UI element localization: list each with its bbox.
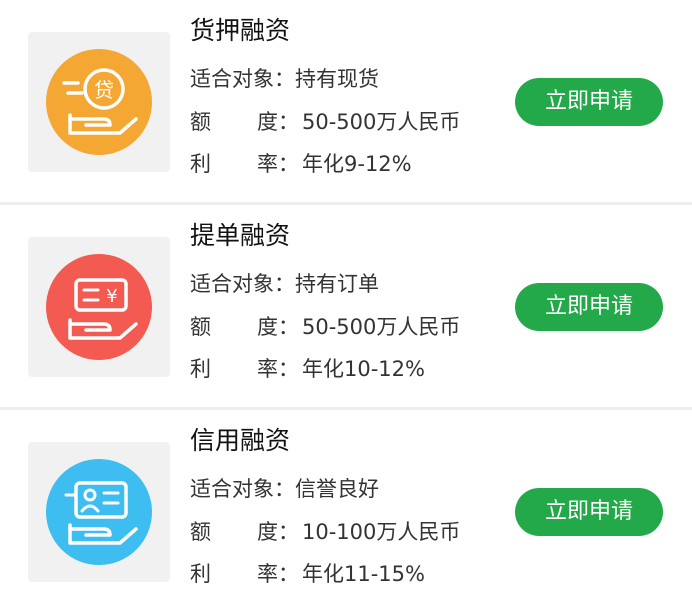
amount-value: 10-100万人民币 bbox=[302, 520, 461, 544]
rate-row: 利率：年化10-12% bbox=[190, 354, 425, 384]
target-row: 适合对象：信誉良好 bbox=[190, 474, 379, 504]
financing-product-list: 贷 货押融资 适合对象：持有现货 额度： 50-500万人民币 利率：年化9-12… bbox=[0, 0, 692, 615]
product-card-bill[interactable]: ¥ 提单融资 适合对象：持有订单 额度： 50-500万人民币 利率：年化10-1… bbox=[0, 205, 692, 410]
amount-label: 额度 bbox=[190, 520, 278, 544]
product-card-credit[interactable]: 信用融资 适合对象：信誉良好 额度： 10-100万人民币 利率：年化11-15%… bbox=[0, 410, 692, 615]
rate-value: 年化9-12% bbox=[302, 152, 412, 176]
target-row: 适合对象：持有现货 bbox=[190, 64, 379, 94]
rate-row: 利率：年化9-12% bbox=[190, 149, 412, 179]
amount-row: 额度： 50-500万人民币 bbox=[190, 312, 460, 342]
apply-button[interactable]: 立即申请 bbox=[515, 283, 663, 331]
amount-value: 50-500万人民币 bbox=[302, 315, 461, 339]
rate-row: 利率：年化11-15% bbox=[190, 559, 425, 589]
rate-label: 利率 bbox=[190, 562, 278, 586]
product-title: 提单融资 bbox=[190, 221, 291, 250]
amount-row: 额度： 10-100万人民币 bbox=[190, 517, 460, 547]
target-label: 适合对象： bbox=[190, 477, 295, 501]
amount-label: 额度 bbox=[190, 315, 278, 339]
svg-text:¥: ¥ bbox=[106, 286, 117, 307]
apply-button[interactable]: 立即申请 bbox=[515, 78, 663, 126]
product-thumbnail: ¥ bbox=[28, 237, 170, 377]
rate-label: 利率 bbox=[190, 357, 278, 381]
target-value: 信誉良好 bbox=[295, 477, 379, 501]
apply-button[interactable]: 立即申请 bbox=[515, 488, 663, 536]
cargo-loan-icon: 贷 bbox=[46, 49, 152, 155]
target-value: 持有现货 bbox=[295, 67, 379, 91]
bill-loan-icon: ¥ bbox=[46, 254, 152, 360]
product-title: 信用融资 bbox=[190, 426, 291, 455]
amount-label: 额度 bbox=[190, 110, 278, 134]
product-title: 货押融资 bbox=[190, 16, 291, 45]
product-card-cargo[interactable]: 贷 货押融资 适合对象：持有现货 额度： 50-500万人民币 利率：年化9-12… bbox=[0, 0, 692, 205]
amount-row: 额度： 50-500万人民币 bbox=[190, 107, 460, 137]
rate-value: 年化10-12% bbox=[302, 357, 425, 381]
target-label: 适合对象： bbox=[190, 67, 295, 91]
target-value: 持有订单 bbox=[295, 272, 379, 296]
rate-label: 利率 bbox=[190, 152, 278, 176]
target-row: 适合对象：持有订单 bbox=[190, 269, 379, 299]
rate-value: 年化11-15% bbox=[302, 562, 425, 586]
product-thumbnail: 贷 bbox=[28, 32, 170, 172]
amount-value: 50-500万人民币 bbox=[302, 110, 461, 134]
credit-card-icon bbox=[46, 459, 152, 565]
svg-text:贷: 贷 bbox=[94, 78, 114, 102]
target-label: 适合对象： bbox=[190, 272, 295, 296]
product-thumbnail bbox=[28, 442, 170, 582]
